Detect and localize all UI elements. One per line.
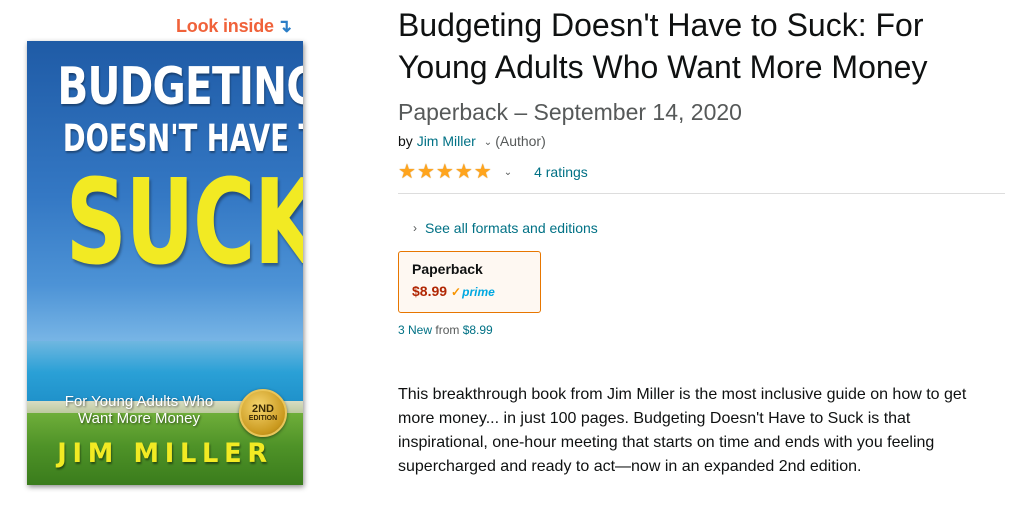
book-cover-image[interactable]: BUDGETING DOESN'T HAVE TO SUCK For Young… [27,41,303,485]
seal-line2: EDITION [248,415,278,422]
format-price-row: $8.99 ✓prime [412,283,540,299]
format-date: Paperback – September 14, 2020 [398,99,742,125]
seal-line1: 2ND [251,403,274,415]
arrow-down-icon: ↴ [276,16,292,36]
author-link[interactable]: Jim Miller [417,133,476,149]
chevron-down-icon[interactable]: ⌄ [484,137,492,148]
prime-check-icon: ✓ [451,285,462,299]
byline-by: by [398,133,413,149]
byline: by Jim Miller ⌄ (Author) [398,133,546,149]
star-icon: ★ [416,161,435,183]
format-price: $8.99 [412,283,448,299]
edition-seal-icon: 2ND EDITION [239,389,287,437]
see-all-formats-link[interactable]: › See all formats and editions [413,220,598,236]
cover-subtitle-line2: Want More Money [78,410,200,427]
cover-author: JIM MILLER [57,438,273,469]
divider [398,193,1005,194]
product-description: This breakthrough book from Jim Miller i… [398,386,967,475]
star-rating[interactable]: ★ ★ ★ ★ ★ [398,162,492,182]
star-icon: ★ [454,161,473,183]
rating-chevron-down-icon[interactable]: ⌄ [504,167,512,178]
ratings-count-link[interactable]: 4 ratings [534,164,588,180]
star-icon: ★ [435,161,454,183]
cover-subtitle: For Young Adults Who Want More Money [39,393,239,427]
offers-line: 3 New from $8.99 [398,323,493,337]
new-offers-link[interactable]: 3 New [398,323,432,337]
look-inside-link[interactable]: Look inside ↴ [176,16,292,37]
format-option-paperback[interactable]: Paperback $8.99 ✓prime [398,251,541,313]
product-title: Budgeting Doesn't Have to Suck: For Youn… [398,4,1008,133]
product-title-text: Budgeting Doesn't Have to Suck: For Youn… [398,7,928,85]
format-name: Paperback [412,261,483,277]
rating-row: ★ ★ ★ ★ ★ ⌄ 4 ratings [398,162,588,182]
chevron-right-icon: › [413,221,417,235]
cover-title-line1: BUDGETING [57,57,303,117]
prime-badge: ✓prime [451,285,495,299]
cover-title-line3: SUCK [65,153,303,291]
look-inside-label: Look inside [176,16,274,36]
see-all-formats-label: See all formats and editions [425,220,598,236]
star-icon: ★ [473,161,492,183]
author-role: (Author) [495,133,546,149]
offers-from-price[interactable]: $8.99 [463,323,493,337]
offers-from-label: from [435,323,460,337]
star-icon: ★ [398,161,416,183]
cover-subtitle-line1: For Young Adults Who [64,393,214,410]
prime-label: prime [462,285,495,299]
